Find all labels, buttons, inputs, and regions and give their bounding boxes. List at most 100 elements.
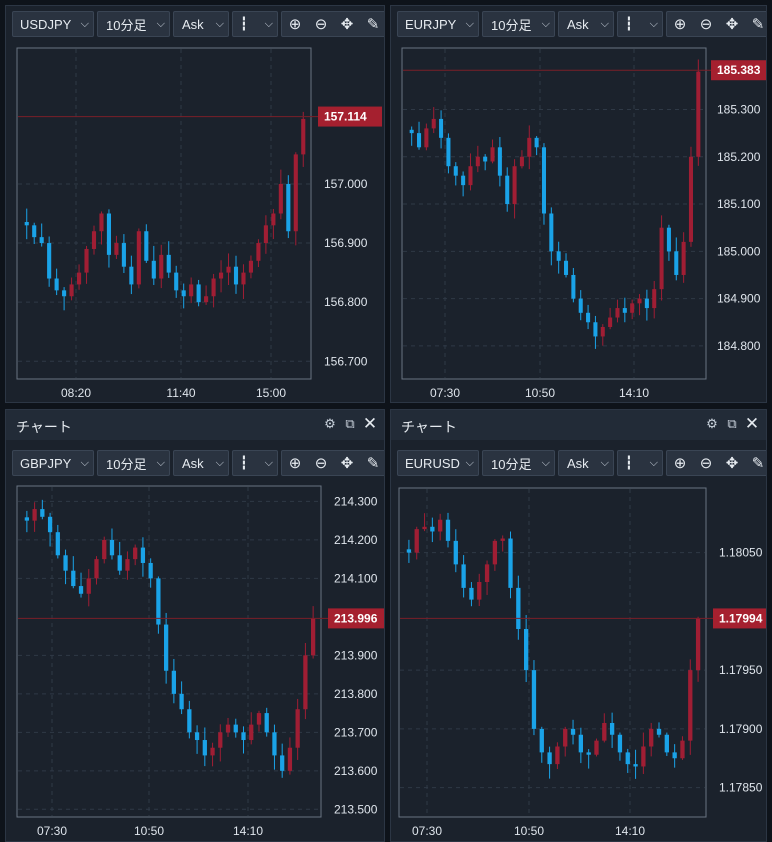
timeframe-select[interactable]: 10分足 ⌵ (482, 450, 555, 476)
price-chart[interactable]: 185.300 185.200 185.100 185.000 184.900 184.8… (391, 42, 766, 404)
chart-type-select[interactable]: ┇ ⌵ (617, 11, 663, 37)
candle-body (179, 693, 184, 710)
y-tick-label: 156.700 (324, 354, 368, 368)
candle-body (189, 284, 194, 297)
candle-body (414, 529, 419, 553)
candle-body (483, 156, 488, 162)
chart-panel-gbpjpy: チャート ⚙ ⧉ ✕ GBPJPY ⌵ 10分足 ⌵ Ask ⌵ ┇ ⌵ ⊕ ⊖ ✥ ✎… (5, 409, 385, 842)
chart-tools-group: ⊕ ⊖ ✥ ✎ (281, 450, 384, 476)
pin-icon[interactable]: ✎ (745, 12, 766, 36)
candle-body (519, 156, 524, 167)
chart-type-select[interactable]: ┇ ⌵ (232, 11, 278, 37)
zoom-in-icon[interactable]: ⊕ (667, 451, 693, 475)
candle-body (453, 540, 458, 565)
move-icon[interactable]: ✥ (719, 451, 745, 475)
candle-body (204, 296, 209, 303)
chevron-down-icon: ⌵ (80, 456, 89, 469)
candle-body (666, 227, 671, 252)
candle-body (508, 538, 513, 588)
y-tick-label: 213.500 (334, 802, 378, 816)
close-icon[interactable]: ✕ (362, 414, 378, 433)
pin-icon[interactable]: ✎ (360, 451, 384, 475)
candle-body (477, 582, 482, 600)
candle-body (539, 728, 544, 753)
plot-area (398, 487, 707, 818)
candle-body (600, 326, 605, 337)
candle-body (680, 740, 685, 759)
symbol-select[interactable]: GBPJPY ⌵ (12, 450, 94, 476)
price-chart[interactable]: 214.300 214.200 214.100 213.900 213.800 213.7… (6, 480, 384, 842)
chevron-down-icon: ⌵ (649, 456, 658, 469)
candle-body (194, 732, 200, 741)
zoom-in-icon[interactable]: ⊕ (282, 451, 308, 475)
symbol-select[interactable]: EURJPY ⌵ (397, 11, 479, 37)
move-icon[interactable]: ✥ (334, 451, 360, 475)
zoom-out-icon[interactable]: ⊖ (693, 451, 719, 475)
chart-type-select[interactable]: ┇ ⌵ (232, 450, 278, 476)
chart-type-select[interactable]: ┇ ⌵ (617, 450, 663, 476)
candle-body (586, 752, 591, 755)
candle-body (594, 740, 599, 755)
candle-body (256, 243, 261, 261)
candle-body (54, 278, 59, 291)
candle-body (431, 118, 436, 129)
zoom-out-icon[interactable]: ⊖ (693, 12, 719, 36)
move-icon[interactable]: ✥ (719, 12, 745, 36)
y-tick-label: 184.900 (717, 292, 761, 306)
price-chart[interactable]: 157.000 156.900 156.800 156.700 08:20 11:40 15… (6, 42, 384, 404)
candle-body (630, 303, 635, 313)
pin-icon[interactable]: ✎ (745, 451, 766, 475)
candle-body (609, 723, 615, 735)
zoom-out-icon[interactable]: ⊖ (308, 12, 334, 36)
candle-body (586, 312, 591, 323)
zoom-out-icon[interactable]: ⊖ (308, 451, 334, 475)
y-tick-label: 156.800 (324, 295, 368, 309)
panel-title-bar[interactable]: チャート ⚙ ⧉ ✕ (6, 410, 384, 440)
external-link-icon[interactable]: ⧉ (342, 416, 358, 432)
gear-icon[interactable]: ⚙ (704, 416, 720, 432)
candle-body (439, 118, 444, 138)
price-chart[interactable]: 1.18050 1.17950 1.17900 1.17850 07:30 10:50 14… (391, 480, 766, 842)
candle-body (406, 549, 412, 553)
candle-body (417, 133, 422, 148)
external-link-icon[interactable]: ⧉ (724, 416, 740, 432)
candle-body (608, 317, 613, 327)
price-type-select[interactable]: Ask ⌵ (558, 11, 614, 37)
candle-body (62, 290, 67, 297)
chevron-down-icon: ⌵ (649, 17, 658, 30)
x-tick-label: 10:50 (525, 386, 555, 400)
y-tick-label: 214.200 (334, 533, 378, 547)
candle-body (226, 266, 231, 273)
gear-icon[interactable]: ⚙ (322, 416, 338, 432)
timeframe-select[interactable]: 10分足 ⌵ (482, 11, 555, 37)
candle-body (151, 260, 156, 279)
candle-body (24, 222, 29, 226)
zoom-in-icon[interactable]: ⊕ (282, 12, 308, 36)
chevron-down-icon: ⌵ (80, 17, 89, 30)
symbol-select[interactable]: USDJPY ⌵ (12, 11, 94, 37)
symbol-select[interactable]: EURUSD ⌵ (397, 450, 479, 476)
chart-toolbar: EURUSD ⌵ 10分足 ⌵ Ask ⌵ ┇ ⌵ ⊕ ⊖ ✥ ✎ (391, 448, 766, 478)
candle-body (69, 284, 74, 297)
candle-body (202, 740, 207, 756)
panel-title: チャート (16, 419, 72, 435)
chart-toolbar: EURJPY ⌵ 10分足 ⌵ Ask ⌵ ┇ ⌵ ⊕ ⊖ ✥ ✎ (391, 9, 766, 39)
close-icon[interactable]: ✕ (744, 414, 760, 433)
candle-body (674, 251, 679, 275)
zoom-in-icon[interactable]: ⊕ (667, 12, 693, 36)
candle-body (71, 570, 76, 587)
move-icon[interactable]: ✥ (334, 12, 360, 36)
timeframe-select[interactable]: 10分足 ⌵ (97, 450, 170, 476)
candle-body (99, 213, 104, 232)
candle-body (114, 243, 119, 255)
candle-body (681, 241, 686, 275)
candle-body (303, 655, 308, 710)
panel-title-bar[interactable]: チャート ⚙ ⧉ ✕ (391, 410, 766, 440)
price-type-select[interactable]: Ask ⌵ (173, 11, 229, 37)
candle-body (637, 298, 642, 304)
candle-body (652, 289, 657, 309)
price-type-select[interactable]: Ask ⌵ (558, 450, 614, 476)
pin-icon[interactable]: ✎ (360, 12, 384, 36)
price-type-select[interactable]: Ask ⌵ (173, 450, 229, 476)
timeframe-select[interactable]: 10分足 ⌵ (97, 11, 170, 37)
